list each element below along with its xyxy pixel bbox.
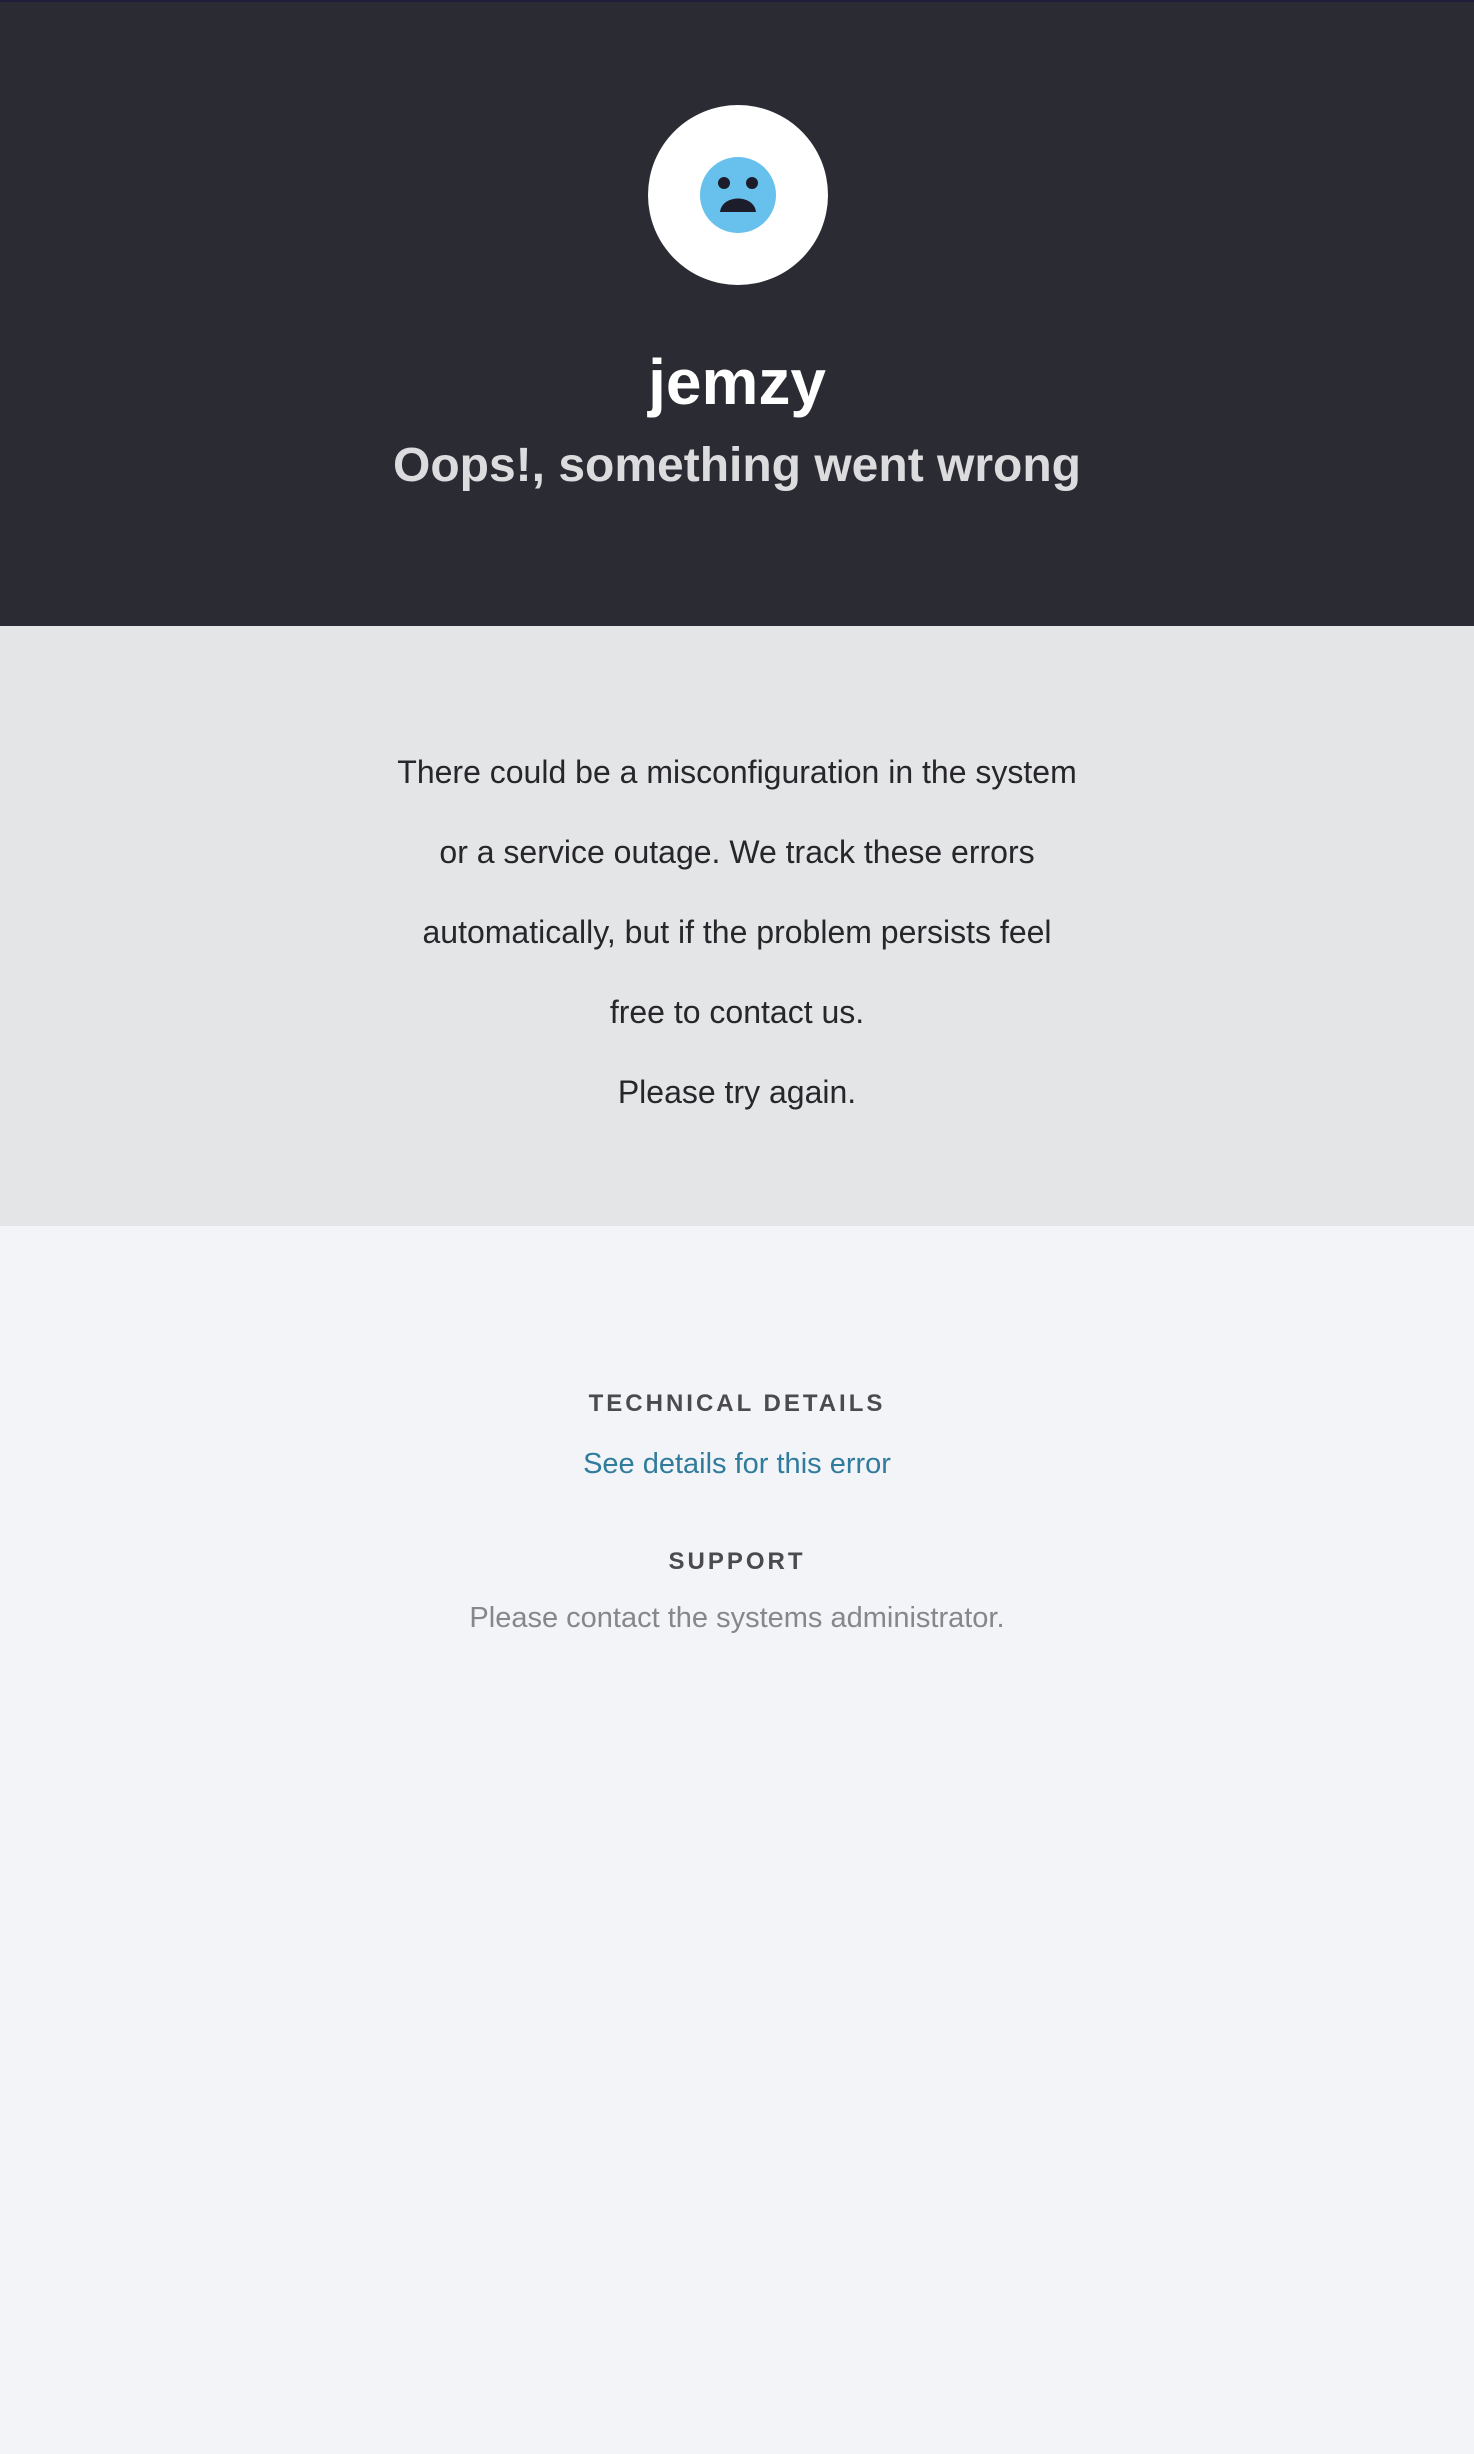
retry-message: Please try again. <box>617 1074 857 1110</box>
see-error-details-link[interactable]: See details for this error <box>0 1444 1474 1484</box>
app-name: jemzy <box>648 346 826 418</box>
error-title: Oops!, something went wrong <box>393 439 1081 492</box>
error-hero: jemzy Oops!, something went wrong <box>0 2 1474 626</box>
error-message: There could be a misconfiguration in the… <box>337 732 1137 1132</box>
error-message-line: free to contact us. <box>609 994 865 1030</box>
app-logo <box>648 105 828 285</box>
details-section: TECHNICAL DETAILS See details for this e… <box>0 1226 1474 2454</box>
support-heading: SUPPORT <box>668 1548 806 1575</box>
error-message-line: automatically, but if the problem persis… <box>422 914 1052 950</box>
technical-details-heading: TECHNICAL DETAILS <box>588 1390 886 1417</box>
error-message-line: or a service outage. We track these erro… <box>439 834 1035 870</box>
sad-face-icon <box>700 157 776 233</box>
error-message-line: There could be a misconfiguration in the… <box>397 754 1077 790</box>
support-text: Please contact the systems administrator… <box>469 1602 1005 1634</box>
error-message-panel: There could be a misconfiguration in the… <box>0 626 1474 1226</box>
